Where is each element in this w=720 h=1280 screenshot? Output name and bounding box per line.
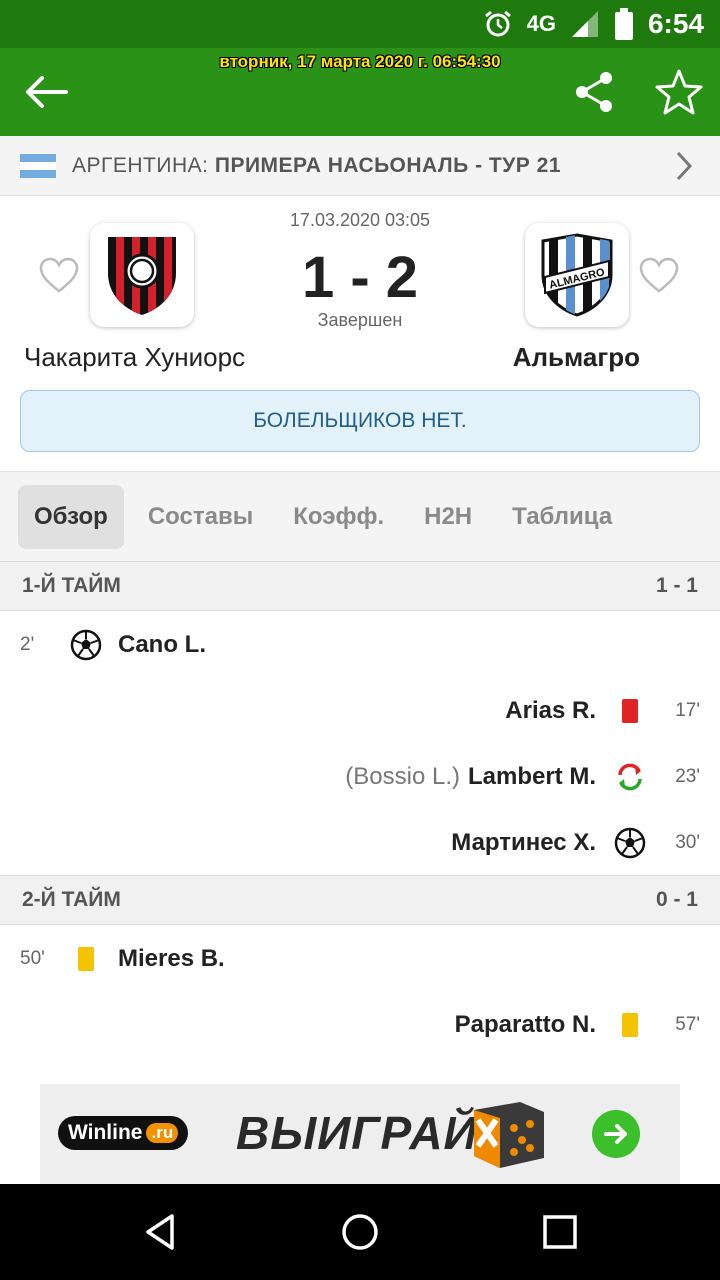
clock: 6:54 — [647, 8, 704, 39]
event-row: Arias R. 17' — [0, 678, 720, 744]
away-team-logo[interactable]: ALMAGRO — [525, 223, 629, 327]
alarm-icon — [484, 10, 511, 37]
home-team-logo[interactable] — [90, 223, 194, 327]
app-bar: вторник, 17 марта 2020 г. 06:54:30 — [0, 48, 720, 136]
almagro-crest-icon: ALMAGRO — [541, 233, 613, 317]
system-nav-bar — [0, 1184, 720, 1280]
back-arrow-icon[interactable] — [22, 70, 70, 114]
chacarita-crest-icon — [108, 237, 176, 315]
league-bar[interactable]: АРГЕНТИНА: ПРИМЕРА НАСЬОНАЛЬ - ТУР 21 — [0, 136, 720, 196]
event-player[interactable]: Lambert M. — [468, 763, 596, 791]
nav-home-icon[interactable] — [340, 1212, 380, 1252]
event-row: Мартинес Х. 30' — [0, 810, 720, 876]
nav-recents-icon[interactable] — [540, 1212, 580, 1252]
home-team-name[interactable]: Чакарита Хуниорс — [24, 342, 245, 373]
tab-standings[interactable]: Таблица — [496, 485, 628, 549]
event-row: 50' Mieres B. — [0, 926, 720, 992]
status-bar: 4G 6:54 — [0, 0, 720, 48]
event-player[interactable]: Mieres B. — [118, 945, 225, 973]
red-card-icon — [614, 695, 646, 727]
network-type: 4G — [526, 11, 556, 36]
signal-icon — [571, 11, 598, 37]
first-half-title: 1-Й ТАЙМ — [22, 574, 121, 597]
no-fans-notice: БОЛЕЛЬЩИКОВ НЕТ. — [20, 390, 700, 452]
event-player[interactable]: Paparatto N. — [455, 1011, 596, 1039]
event-row: Paparatto N. 57' — [0, 992, 720, 1058]
away-favorite-heart-icon[interactable] — [638, 256, 680, 294]
first-half-header: 1-Й ТАЙМ 1 - 1 — [0, 561, 720, 611]
ad-brand-logo: Winline .ru — [58, 1116, 189, 1150]
tab-overview[interactable]: Обзор — [18, 485, 124, 549]
tab-odds[interactable]: Коэфф. — [277, 485, 400, 549]
second-half-header: 2-Й ТАЙМ 0 - 1 — [0, 875, 720, 925]
share-icon[interactable] — [572, 70, 616, 114]
yellow-card-icon — [70, 943, 102, 975]
ad-cta-text: ВЫИГРАЙ — [236, 1107, 478, 1159]
match-datetime: 17.03.2020 03:05 — [289, 210, 431, 230]
goal-ball-icon — [70, 629, 102, 661]
goal-ball-icon — [614, 827, 646, 859]
match-header: Чакарита Хуниорс 17.03.2020 03:05 1 - 2 … — [0, 196, 720, 472]
second-half-title: 2-Й ТАЙМ — [22, 888, 121, 911]
home-favorite-heart-icon[interactable] — [38, 256, 80, 294]
tab-h2h[interactable]: H2H — [408, 485, 488, 549]
second-half-score: 0 - 1 — [655, 888, 698, 911]
event-minute: 50' — [20, 948, 45, 969]
league-country: АРГЕНТИНА: — [72, 153, 209, 177]
away-team-name[interactable]: Альмагро — [513, 342, 640, 373]
star-icon[interactable] — [654, 68, 704, 116]
event-player[interactable]: Мартинес Х. — [451, 829, 596, 857]
substitution-icon — [614, 761, 646, 793]
event-minute: 30' — [675, 832, 700, 853]
first-half-score: 1 - 1 — [655, 574, 698, 597]
event-row: (Bossio L.) Lambert M. 23' — [0, 744, 720, 810]
ad-go-arrow-icon[interactable] — [592, 1110, 640, 1158]
match-status: Завершен — [317, 310, 403, 330]
ad-brand-suffix: .ru — [146, 1123, 179, 1143]
ad-banner[interactable]: Winline .ru ВЫИГРАЙ — [40, 1084, 680, 1184]
battery-icon — [614, 8, 633, 40]
current-datetime: вторник, 17 марта 2020 г. 06:54:30 — [219, 52, 501, 71]
event-row: 2' Cano L. — [0, 612, 720, 678]
event-minute: 17' — [675, 700, 700, 721]
nav-back-icon[interactable] — [140, 1212, 180, 1252]
argentina-flag-icon — [20, 153, 56, 178]
ad-brand-name: Winline — [68, 1121, 143, 1144]
league-name: ПРИМЕРА НАСЬОНАЛЬ - ТУР 21 — [214, 153, 561, 177]
event-minute: 23' — [675, 766, 700, 787]
chevron-right-icon — [676, 151, 693, 181]
event-sub-player-out[interactable]: (Bossio L.) — [345, 763, 460, 791]
event-minute: 2' — [20, 634, 35, 655]
yellow-card-icon — [614, 1009, 646, 1041]
event-player[interactable]: Cano L. — [118, 631, 206, 659]
match-score: 1 - 2 — [301, 245, 419, 310]
league-title: АРГЕНТИНА: ПРИМЕРА НАСЬОНАЛЬ - ТУР 21 — [72, 154, 561, 178]
event-minute: 57' — [675, 1014, 700, 1035]
tab-bar: Обзор Составы Коэфф. H2H Таблица — [0, 472, 720, 562]
dice-icon — [474, 1102, 544, 1168]
event-player[interactable]: Arias R. — [505, 697, 596, 725]
tab-lineups[interactable]: Составы — [132, 485, 269, 549]
